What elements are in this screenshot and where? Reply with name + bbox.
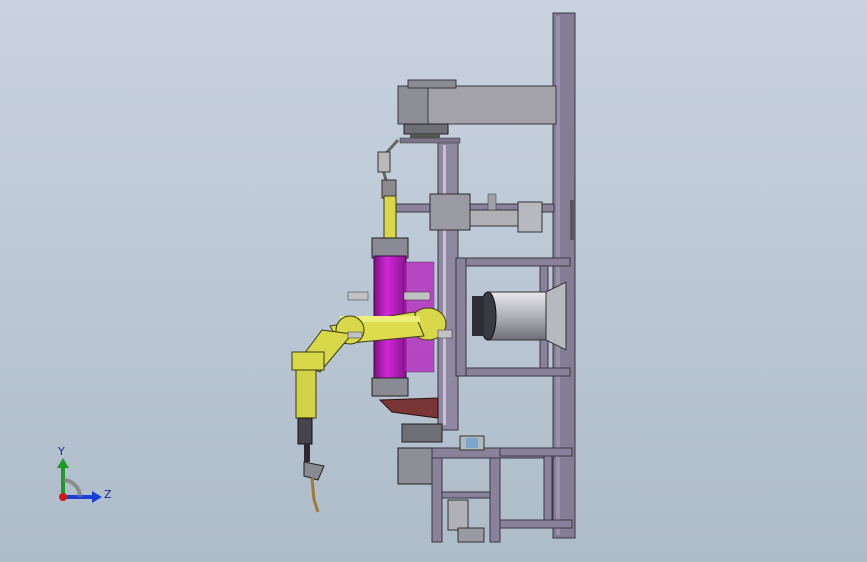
cad-viewport[interactable]: Y Z [0,0,867,562]
yellow-post [383,195,397,239]
top-gearbox-housing [397,79,557,140]
cable-hose [377,138,400,199]
z-axis-label: Z [104,488,112,501]
coordinate-triad: Y Z [57,445,112,503]
origin-dot [59,493,67,501]
workpiece-drum [472,281,567,351]
lower-support-frame [431,447,573,543]
upper-arm-beam [391,193,555,233]
y-axis-label: Y [57,445,65,458]
diagonal-brace [378,397,439,419]
